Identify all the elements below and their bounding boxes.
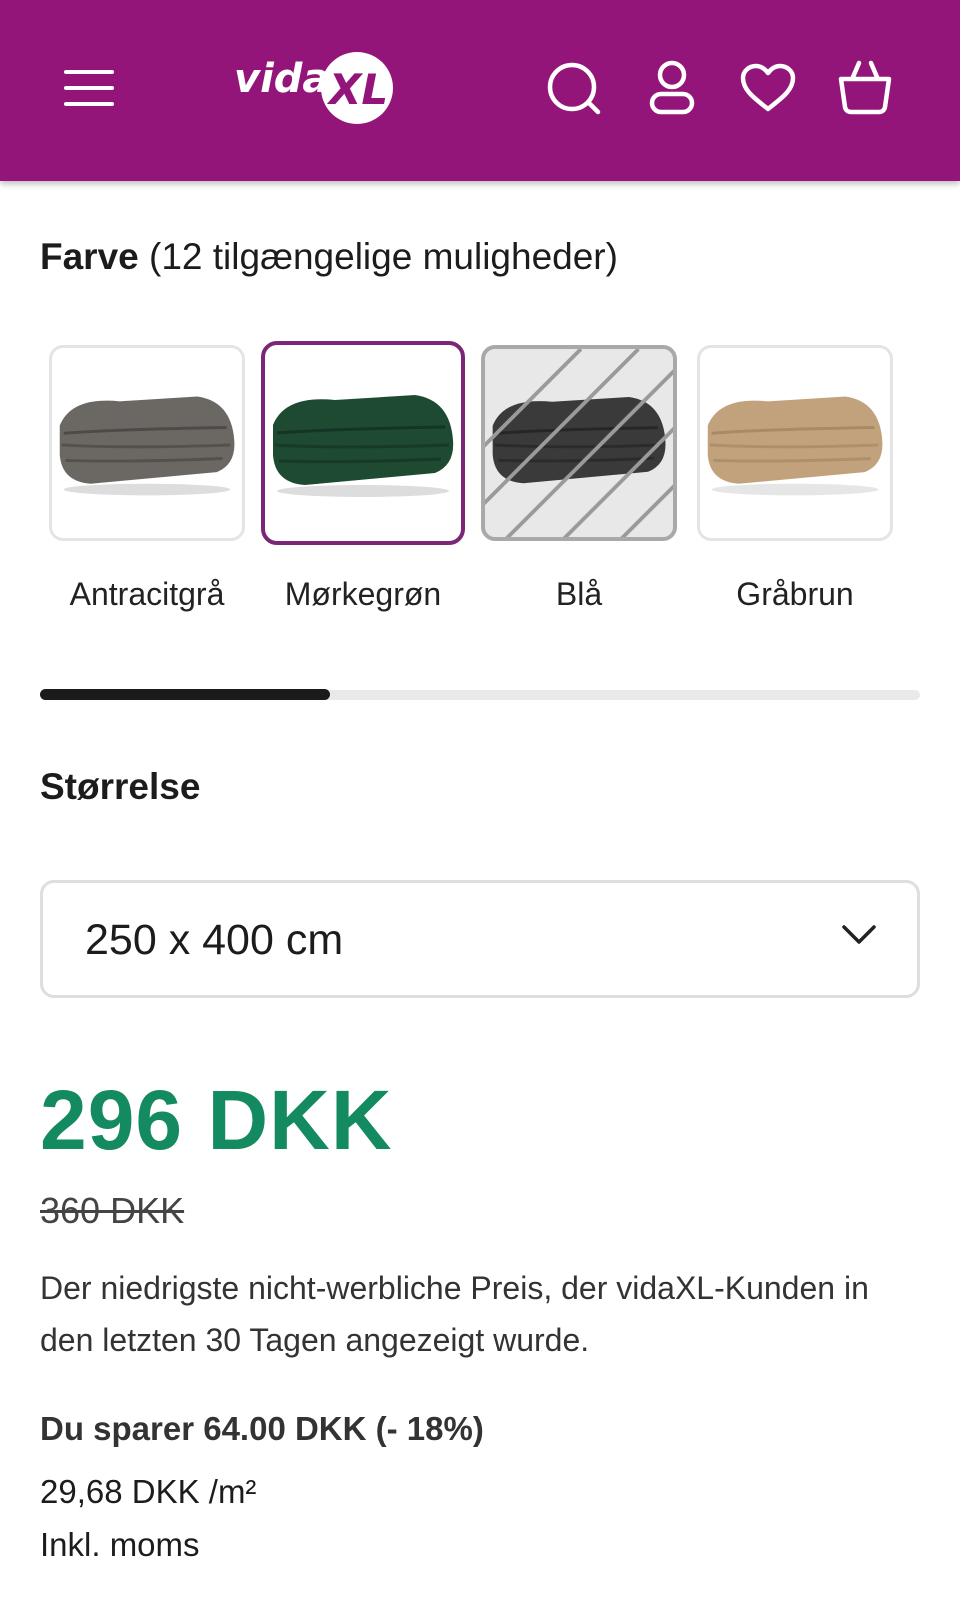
swatch-scrollbar-thumb[interactable] — [40, 689, 330, 700]
basket-button[interactable] — [836, 58, 894, 116]
wishlist-button[interactable] — [739, 60, 797, 116]
vidaxl-logo[interactable]: vida XL — [232, 46, 402, 128]
menu-button[interactable] — [58, 62, 120, 114]
current-price: 296 DKK — [40, 1073, 393, 1167]
menu-icon — [64, 70, 114, 106]
svg-text:vida: vida — [234, 56, 329, 102]
blanket-image — [273, 395, 454, 497]
blanket-image — [59, 396, 235, 496]
color-heading-label: Farve — [40, 236, 139, 277]
unit-price: 29,68 DKK /m² — [40, 1473, 257, 1510]
search-icon — [547, 62, 601, 115]
color-swatch-label: Antracitgrå — [69, 576, 225, 612]
chevron-down-icon — [842, 925, 876, 944]
color-swatch-antracitgra[interactable] — [49, 345, 245, 541]
unavailable-strike-icon — [485, 349, 673, 537]
price-note: Der niedrigste nicht-werbliche Preis, de… — [40, 1270, 869, 1358]
heart-icon — [740, 63, 796, 112]
blanket-image — [707, 396, 883, 496]
color-swatch-bla[interactable] — [481, 345, 677, 541]
previous-price: 360 DKK — [40, 1190, 185, 1231]
account-button[interactable] — [648, 60, 696, 116]
color-swatch-morkegron[interactable] — [261, 341, 465, 545]
top-bar: vida XL — [0, 0, 960, 181]
account-icon — [649, 60, 695, 115]
svg-text:XL: XL — [326, 65, 388, 114]
size-heading: Størrelse — [40, 766, 200, 808]
size-select[interactable]: 250 x 400 cm — [40, 880, 920, 998]
size-select-value: 250 x 400 cm — [85, 916, 344, 964]
basket-icon — [838, 60, 892, 115]
savings-text: Du sparer 64.00 DKK (- 18%) — [40, 1410, 484, 1447]
color-swatch-label: Mørkegrøn — [284, 576, 442, 612]
color-swatch-label: Gråbrun — [736, 576, 854, 612]
search-button[interactable] — [545, 60, 603, 116]
color-heading: Farve (12 tilgængelige muligheder) — [40, 236, 618, 278]
size-heading-label: Størrelse — [40, 766, 201, 807]
color-swatch-grabrun[interactable] — [697, 345, 893, 541]
color-swatch-label: Blå — [555, 576, 603, 612]
color-heading-count: (12 tilgængelige muligheder) — [138, 236, 618, 277]
vat-note: Inkl. moms — [40, 1526, 200, 1563]
